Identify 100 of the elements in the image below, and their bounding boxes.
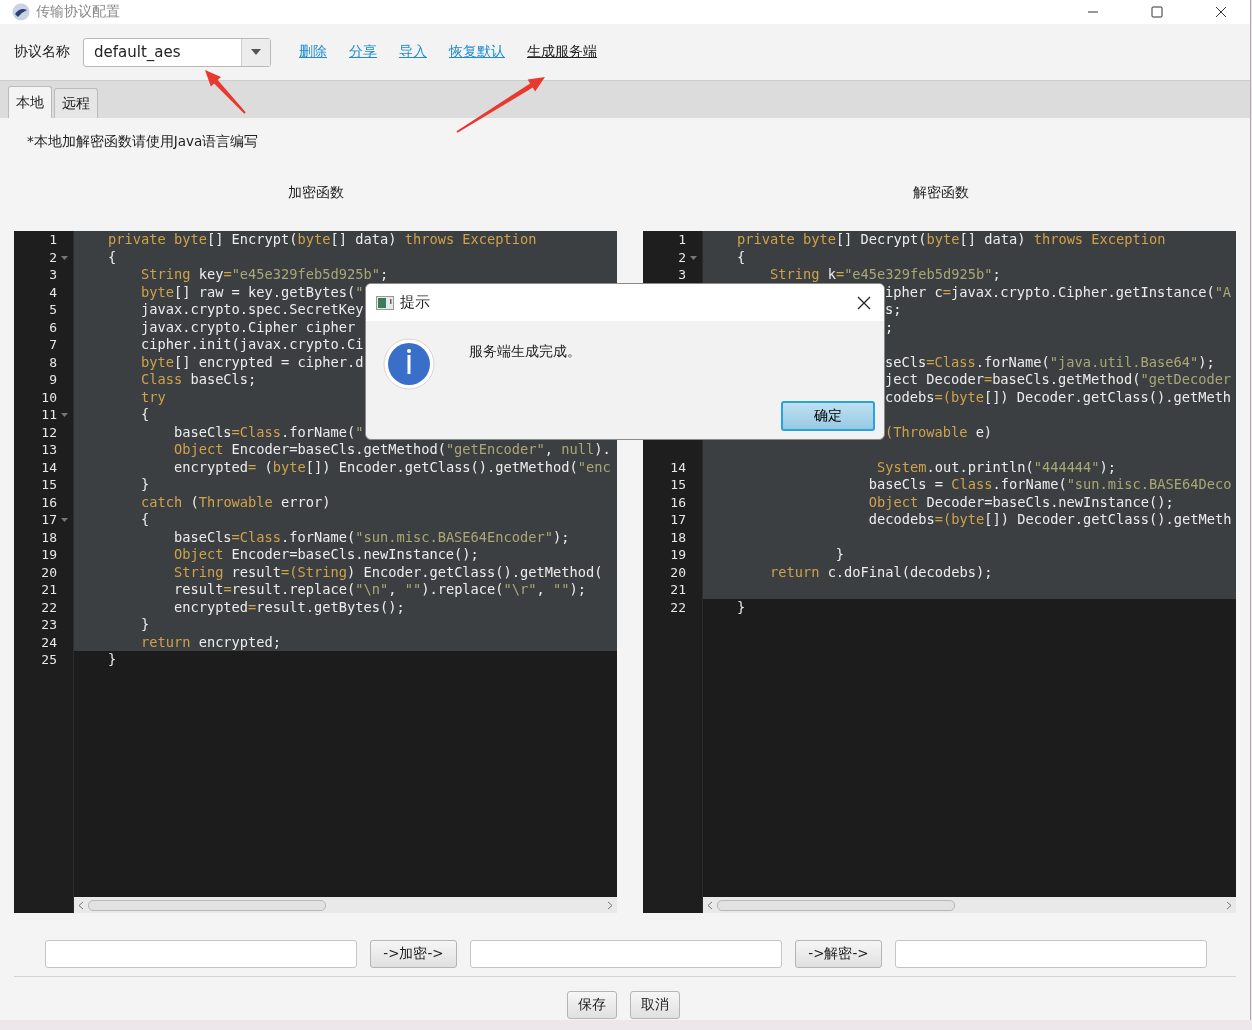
chevron-left-icon[interactable] bbox=[707, 900, 713, 910]
line-number: 21 bbox=[41, 582, 57, 598]
line-number: 17 bbox=[41, 512, 57, 528]
window-icon bbox=[376, 295, 394, 310]
code-line: } bbox=[108, 651, 117, 667]
line-number: 4 bbox=[49, 284, 57, 300]
tab[interactable]: 本地 bbox=[8, 86, 52, 118]
code-line: { bbox=[737, 248, 746, 265]
line-number: 21 bbox=[670, 582, 686, 598]
chevron-right-icon[interactable] bbox=[607, 900, 613, 910]
caret-icon bbox=[251, 49, 261, 55]
line-number: 10 bbox=[41, 389, 57, 405]
code-line: } bbox=[737, 598, 746, 615]
code-line: Object Decoder=baseCls.newInstance(); bbox=[867, 493, 1174, 510]
line-number: 2 bbox=[49, 249, 57, 265]
line-number: 8 bbox=[49, 354, 57, 370]
code-line: decodebs=(byte[]) Decoder.getClass().getMeth bbox=[867, 511, 1232, 527]
code-line: String result=(String) Encoder.getClass().getMethod( bbox=[172, 563, 603, 580]
code-line: baseCls=Class.forName(" bbox=[172, 423, 364, 440]
code-line: result=result.replace("\n", "").replace("\r", ""); bbox=[172, 581, 586, 597]
line-number: 6 bbox=[49, 319, 57, 335]
tab[interactable]: 远程 bbox=[54, 88, 98, 118]
line-number: 1 bbox=[678, 232, 686, 248]
code-line: (Throwable e) bbox=[885, 423, 993, 440]
code-line: private byte[] Encrypt(byte[] data) throws Exception bbox=[108, 231, 537, 247]
convert-button[interactable]: ->加密-> bbox=[370, 940, 457, 968]
code-line: ; bbox=[885, 318, 894, 335]
code-line: encrypted=result.getBytes(); bbox=[172, 598, 405, 615]
code-line: System.out.println("444444"); bbox=[876, 458, 1117, 475]
input-field[interactable] bbox=[470, 940, 782, 968]
line-number: 5 bbox=[49, 302, 57, 318]
line-number: 18 bbox=[670, 529, 686, 545]
code-line: private byte[] Decrypt(byte[] data) throws Exception bbox=[737, 231, 1166, 247]
line-number: 24 bbox=[41, 634, 57, 650]
ok-button[interactable]: 确定 bbox=[781, 401, 875, 431]
code-line: s; bbox=[885, 301, 902, 317]
maximize-icon bbox=[1151, 6, 1163, 18]
input-field[interactable] bbox=[45, 940, 357, 968]
code-line: } bbox=[139, 476, 150, 492]
code-line: codebs=(byte[]) Decoder.getClass().getMeth bbox=[885, 388, 1232, 405]
line-number: 16 bbox=[670, 494, 686, 510]
toolbar-link[interactable]: 恢复默认 bbox=[449, 43, 505, 61]
line-number: 19 bbox=[670, 547, 686, 563]
line-number: 14 bbox=[670, 459, 686, 475]
line-number: 22 bbox=[670, 599, 686, 615]
line-number: 1 bbox=[49, 232, 57, 248]
code-line: cipher.init(javax.crypto.Ci bbox=[139, 336, 364, 352]
line-number: 7 bbox=[49, 337, 57, 353]
code-line: baseCls = Class.forName("sun.misc.BASE64Deco bbox=[867, 476, 1232, 492]
toolbar-link[interactable]: 生成服务端 bbox=[527, 43, 597, 61]
line-number: 15 bbox=[41, 477, 57, 493]
code-line: catch (Throwable error) bbox=[139, 493, 331, 510]
line-number: 12 bbox=[41, 424, 57, 440]
toolbar-link[interactable]: 删除 bbox=[299, 43, 327, 61]
code-line: { bbox=[139, 406, 150, 422]
line-number: 11 bbox=[41, 407, 57, 423]
close-icon bbox=[1215, 6, 1227, 18]
app-logo-icon bbox=[12, 3, 30, 21]
code-line: byte[] encrypted = cipher.d bbox=[139, 353, 364, 370]
line-number: 18 bbox=[41, 529, 57, 545]
horizontal-scrollbar[interactable] bbox=[74, 897, 617, 913]
line-number: 16 bbox=[41, 494, 57, 510]
dialog-title: 提示 bbox=[400, 293, 430, 312]
footer-button[interactable]: 保存 bbox=[566, 991, 617, 1019]
line-number: 3 bbox=[678, 267, 686, 283]
code-line: { bbox=[108, 248, 117, 265]
footer-button[interactable]: 取消 bbox=[629, 991, 680, 1019]
code-line: javax.crypto.spec.SecretKey bbox=[139, 301, 364, 317]
line-number: 23 bbox=[41, 617, 57, 633]
info-icon bbox=[383, 338, 435, 390]
line-number: 20 bbox=[670, 564, 686, 580]
code-line: ject Decoder=baseCls.getMethod("getDecoder bbox=[885, 371, 1232, 387]
code-line: Object Encoder=baseCls.newInstance(); bbox=[172, 546, 479, 562]
code-line: Object Encoder=baseCls.getMethod("getEncoder", null). bbox=[172, 441, 611, 457]
line-number: 14 bbox=[41, 459, 57, 475]
code-line: byte[] raw = key.getBytes(" bbox=[139, 283, 364, 300]
input-field[interactable] bbox=[895, 940, 1207, 968]
code-line: } bbox=[834, 546, 845, 562]
code-line: String key="e45e329feb5d925b"; bbox=[139, 266, 389, 282]
protocol-dropdown[interactable]: default_aes bbox=[83, 37, 271, 67]
code-line: javax.crypto.Cipher cipher bbox=[139, 318, 356, 335]
line-number: 22 bbox=[41, 599, 57, 615]
annotation-arrow bbox=[205, 70, 246, 114]
line-number: 13 bbox=[41, 442, 57, 458]
chevron-right-icon[interactable] bbox=[1226, 900, 1232, 910]
code-line: Class baseCls; bbox=[139, 371, 257, 387]
code-line: seCls=Class.forName("java.util.Base64"); bbox=[885, 353, 1215, 370]
code-line: ipher c=javax.crypto.Cipher.getInstance("A bbox=[885, 283, 1232, 300]
code-line: } bbox=[139, 616, 150, 632]
horizontal-scrollbar[interactable] bbox=[703, 897, 1236, 913]
line-number: 3 bbox=[49, 267, 57, 283]
code-line: encrypted= (byte[]) Encoder.getClass().getMethod("enc bbox=[172, 458, 611, 475]
line-number: 19 bbox=[41, 547, 57, 563]
line-number: 25 bbox=[41, 652, 57, 668]
line-number: 9 bbox=[49, 372, 57, 388]
code-line: baseCls=Class.forName("sun.misc.BASE64Encoder"); bbox=[172, 528, 570, 545]
toolbar-link[interactable]: 分享 bbox=[349, 43, 377, 61]
convert-button[interactable]: ->解密-> bbox=[795, 940, 882, 968]
chevron-left-icon[interactable] bbox=[78, 900, 84, 910]
toolbar-link[interactable]: 导入 bbox=[399, 43, 427, 61]
